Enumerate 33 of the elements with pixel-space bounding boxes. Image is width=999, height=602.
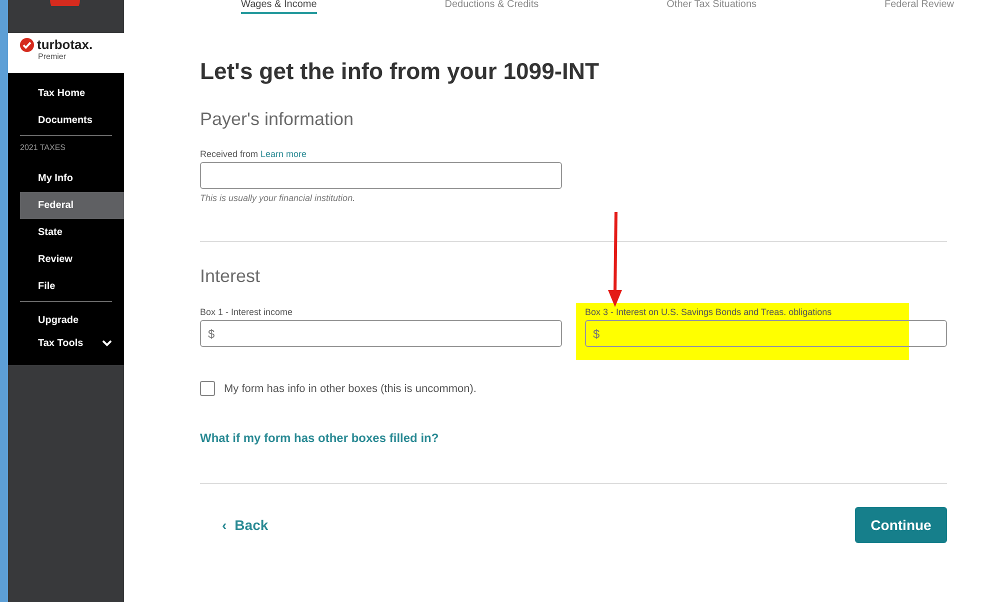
field-label: Box 3 - Interest on U.S. Savings Bonds and Treas. obligations (585, 307, 833, 319)
logo-icon (50, 0, 80, 6)
checkbox[interactable] (200, 381, 215, 396)
brand-name: turbotax. (37, 37, 93, 52)
input-field[interactable] (200, 162, 562, 189)
learn-more-link[interactable]: Learn more (260, 149, 307, 159)
sidebar-item[interactable]: State (8, 219, 124, 246)
progress-tab[interactable]: Wages & Income (241, 0, 317, 14)
help-link[interactable]: What if my form has other boxes filled in? (200, 431, 947, 445)
sidebar-item[interactable]: Tax Home (8, 80, 124, 107)
section-title: Payer's information (200, 109, 355, 130)
field-label: Received from Learn more (200, 149, 308, 161)
section-label: 2021 TAXES (19, 143, 67, 154)
input-field[interactable]: $ (585, 320, 947, 347)
edition-label: Premier (38, 52, 68, 61)
sidebar-item[interactable]: Review (8, 246, 124, 273)
chevron-left-icon: ‹ (222, 517, 227, 533)
sidebar-item[interactable]: Upgrade (8, 309, 124, 332)
sidebar-item[interactable]: Documents (8, 107, 124, 134)
section-title: Interest (200, 266, 262, 287)
chevron-down-icon (102, 340, 112, 347)
checkmark-icon (20, 38, 34, 52)
sidebar-item[interactable]: Tax Tools (8, 332, 124, 355)
checkbox-label: My form has info in other boxes (this is uncommon). (224, 382, 476, 394)
back-button[interactable]: ‹ Back (200, 511, 280, 539)
sidebar-item[interactable]: Federal (20, 192, 124, 219)
input-field[interactable]: $ (200, 320, 562, 347)
sidebar-item[interactable]: File (8, 273, 124, 300)
continue-button[interactable]: Continue (855, 507, 947, 543)
field-hint: This is usually your financial institution. (200, 193, 356, 203)
field-label: Box 1 - Interest income (200, 307, 294, 319)
sidebar-item[interactable]: My Info (8, 165, 124, 192)
page-heading: Let's get the info from your 1099-INT (200, 58, 600, 85)
